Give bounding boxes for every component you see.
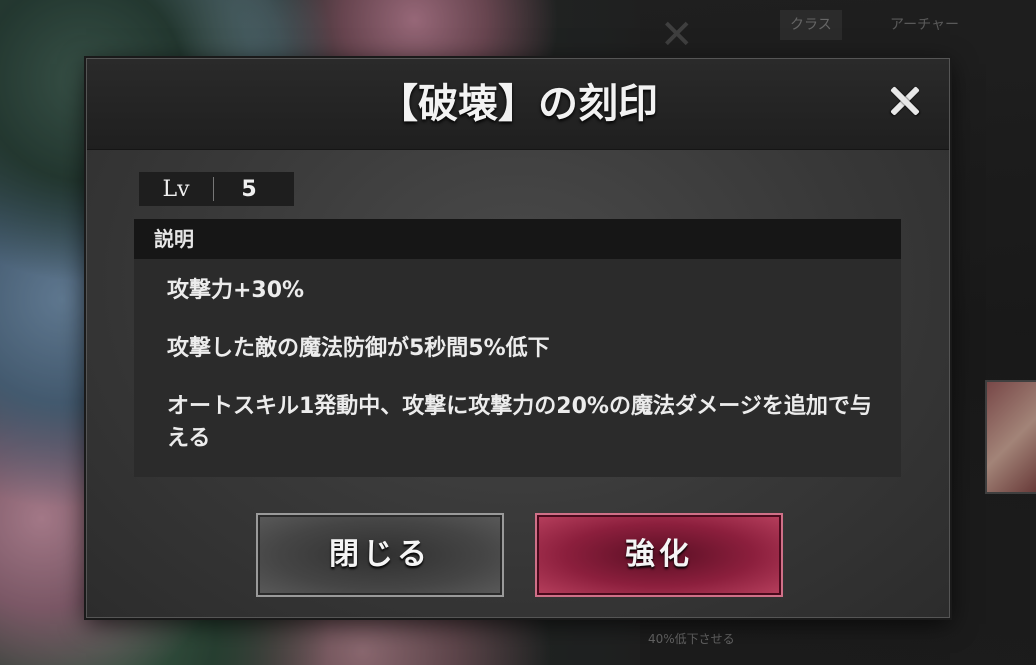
dialog-title: 【破壊】の刻印 [378,80,658,127]
description-line-1: 攻撃力+30% [167,278,305,303]
description-header: 説明 [134,219,901,259]
description-panel: 説明 攻撃力+30% 攻撃した敵の魔法防御が5秒間5%低下 オートスキル1発動中… [134,219,901,477]
description-line-2: 攻撃した敵の魔法防御が5秒間5%低下 [167,336,550,361]
level-badge: Lv 5 [139,172,294,206]
description-line-3: オートスキル1発動中、攻撃に攻撃力の20%の魔法ダメージを追加で与える [167,394,872,451]
level-value: 5 [241,176,257,202]
description-header-label: 説明 [154,227,194,251]
close-icon[interactable] [887,83,923,119]
level-label: Lv [162,176,190,202]
close-button[interactable]: 閉じる [256,513,504,597]
engraving-dialog: 【破壊】の刻印 Lv 5 説明 攻撃力+30% 攻撃した敵の魔法防御が5秒間5%… [86,58,950,618]
enhance-button[interactable]: 強化 [535,513,783,597]
